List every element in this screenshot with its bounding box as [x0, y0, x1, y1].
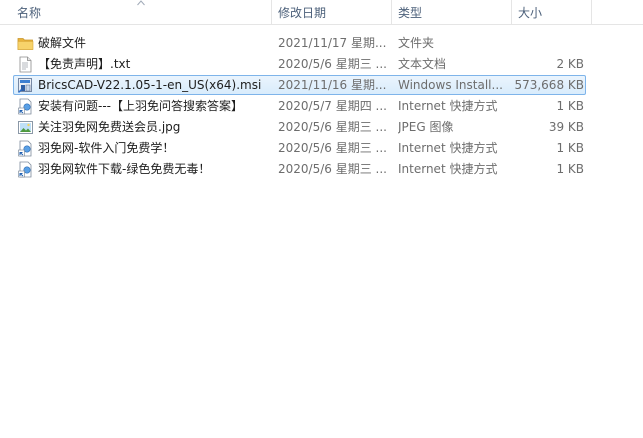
file-row[interactable]: 羽免网-软件入门免费学！ 2020/5/6 星期三 ... Internet 快… — [0, 138, 643, 159]
file-size: 1 KB — [556, 141, 584, 155]
file-date: 2020/5/6 星期三 ... — [278, 57, 386, 71]
file-name: 羽免网软件下载-绿色免费无毒！ — [38, 162, 211, 176]
file-size: 573,668 KB — [514, 78, 584, 92]
file-date: 2020/5/7 星期四 ... — [278, 99, 386, 113]
internet-shortcut-icon — [18, 140, 32, 157]
text-file-icon — [19, 56, 32, 73]
file-row[interactable]: 安装有问题---【上羽免问答搜索答案】 2020/5/7 星期四 ... Int… — [0, 96, 643, 117]
image-file-icon — [18, 121, 33, 134]
msi-installer-icon — [18, 78, 32, 93]
file-row[interactable]: 【免责声明】.txt 2020/5/6 星期三 ... 文本文档 2 KB — [0, 54, 643, 75]
file-size — [512, 33, 584, 54]
file-type: Windows Install... — [398, 78, 503, 92]
file-explorer-list: 名称 修改日期 类型 大小 破解文件 2021/11/17 星期... 文件夹 — [0, 0, 643, 438]
file-size: 2 KB — [556, 57, 584, 71]
file-name: 关注羽免网免费送会员.jpg — [38, 120, 181, 134]
file-size: 1 KB — [556, 99, 584, 113]
file-name: BricsCAD-V22.1.05-1-en_US(x64).msi — [38, 78, 262, 92]
file-name: 羽免网-软件入门免费学！ — [38, 141, 175, 155]
internet-shortcut-icon — [18, 161, 32, 178]
file-name: 安装有问题---【上羽免问答搜索答案】 — [38, 99, 243, 113]
file-type: Internet 快捷方式 — [398, 141, 498, 155]
file-date: 2020/5/6 星期三 ... — [278, 162, 386, 176]
file-type: Internet 快捷方式 — [398, 162, 498, 176]
column-header-date[interactable]: 修改日期 — [274, 0, 390, 24]
file-date: 2021/11/17 星期... — [278, 36, 386, 50]
sort-ascending-icon — [137, 0, 145, 6]
file-row[interactable]: 破解文件 2021/11/17 星期... 文件夹 — [0, 33, 643, 54]
column-separator[interactable] — [391, 0, 392, 24]
file-date: 2021/11/16 星期... — [278, 78, 386, 92]
column-header-bar: 名称 修改日期 类型 大小 — [0, 0, 643, 25]
file-row-selected[interactable]: BricsCAD-V22.1.05-1-en_US(x64).msi 2021/… — [0, 75, 643, 96]
file-size: 1 KB — [556, 162, 584, 176]
file-date: 2020/5/6 星期三 ... — [278, 120, 386, 134]
column-separator[interactable] — [511, 0, 512, 24]
file-name: 破解文件 — [38, 36, 87, 50]
column-separator[interactable] — [271, 0, 272, 24]
column-header-type[interactable]: 类型 — [394, 0, 510, 24]
column-header-size[interactable]: 大小 — [514, 0, 590, 24]
file-date: 2020/5/6 星期三 ... — [278, 141, 386, 155]
file-type: JPEG 图像 — [398, 120, 454, 134]
file-row[interactable]: 关注羽免网免费送会员.jpg 2020/5/6 星期三 ... JPEG 图像 … — [0, 117, 643, 138]
file-list: 破解文件 2021/11/17 星期... 文件夹 【免责声明】.txt 202… — [0, 33, 643, 180]
folder-icon — [17, 38, 34, 50]
file-name: 【免责声明】.txt — [38, 57, 131, 71]
internet-shortcut-icon — [18, 98, 32, 115]
file-type: Internet 快捷方式 — [398, 99, 498, 113]
column-separator[interactable] — [591, 0, 592, 24]
file-type: 文本文档 — [398, 57, 447, 71]
file-row[interactable]: 羽免网软件下载-绿色免费无毒！ 2020/5/6 星期三 ... Interne… — [0, 159, 643, 180]
file-type: 文件夹 — [398, 36, 435, 50]
file-size: 39 KB — [548, 120, 584, 134]
